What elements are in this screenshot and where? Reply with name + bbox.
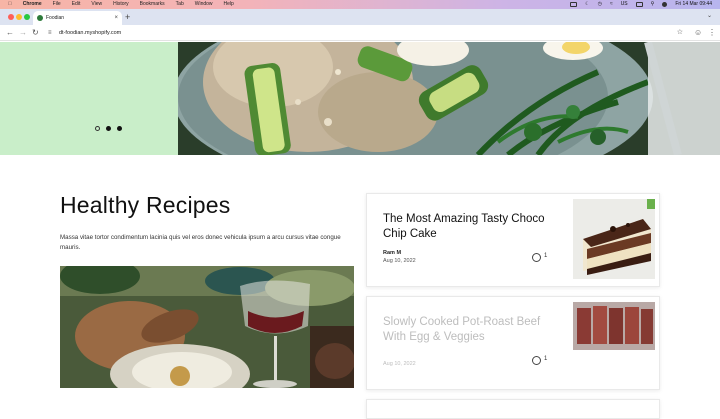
slider-dot-2[interactable] bbox=[106, 126, 111, 131]
comment-count: 1 bbox=[544, 253, 548, 259]
recipe-date: Aug 10, 2022 bbox=[383, 361, 416, 367]
slider-dot-3[interactable] bbox=[117, 126, 122, 131]
recipe-title[interactable]: Slowly Cooked Pot-Roast Beef With Egg & … bbox=[383, 315, 553, 345]
kebab-menu-icon[interactable]: ⋮ bbox=[708, 27, 716, 39]
reload-icon[interactable]: ↻ bbox=[32, 27, 39, 39]
back-arrow-icon[interactable]: ← bbox=[6, 27, 14, 39]
browser-tab[interactable]: Foodian × bbox=[33, 11, 122, 25]
menu-window[interactable]: Window bbox=[195, 0, 213, 9]
zoom-window-button[interactable] bbox=[24, 14, 30, 20]
menu-help[interactable]: Help bbox=[224, 0, 234, 9]
wifi-icon[interactable]: ≈ bbox=[610, 0, 613, 9]
moon-icon[interactable]: ☾ bbox=[585, 0, 589, 9]
section-title: Healthy Recipes bbox=[60, 192, 231, 218]
site-info-icon[interactable]: ≡ bbox=[48, 27, 52, 39]
browser-tab-strip: Foodian × + ⌄ bbox=[0, 9, 720, 25]
tab-search-chevron-icon[interactable]: ⌄ bbox=[707, 12, 712, 19]
slider-dot-1[interactable] bbox=[95, 126, 100, 131]
battery-icon[interactable] bbox=[635, 2, 643, 7]
menu-view[interactable]: View bbox=[91, 0, 102, 9]
new-tab-button[interactable]: + bbox=[125, 10, 130, 24]
close-tab-icon[interactable]: × bbox=[114, 11, 118, 25]
menu-bookmarks[interactable]: Bookmarks bbox=[140, 0, 165, 9]
apple-logo-icon[interactable]:  bbox=[8, 0, 12, 9]
menu-history[interactable]: History bbox=[113, 0, 129, 9]
recipe-title[interactable]: The Most Amazing Tasty Choco Chip Cake bbox=[383, 212, 553, 242]
hero-banner bbox=[0, 42, 720, 155]
hero-salad-image bbox=[178, 42, 720, 155]
recipe-card[interactable] bbox=[366, 399, 660, 419]
recipe-card[interactable]: The Most Amazing Tasty Choco Chip Cake R… bbox=[366, 193, 660, 287]
close-window-button[interactable] bbox=[8, 14, 14, 20]
recipe-card[interactable]: Slowly Cooked Pot-Roast Beef With Egg & … bbox=[366, 296, 660, 390]
browser-toolbar: ← → ↻ ≡ dt-foodian.myshopify.com ☆ ☺ ⋮ bbox=[0, 25, 720, 41]
forward-arrow-icon[interactable]: → bbox=[19, 27, 27, 39]
featured-recipe-image[interactable] bbox=[60, 266, 354, 388]
menu-file[interactable]: File bbox=[53, 0, 61, 9]
tab-title: Foodian bbox=[46, 15, 65, 21]
address-url: dt-foodian.myshopify.com bbox=[59, 30, 122, 36]
profile-avatar-icon[interactable]: ☺ bbox=[694, 27, 702, 39]
address-bar[interactable]: ≡ dt-foodian.myshopify.com ☆ bbox=[45, 27, 689, 39]
recipe-thumbnail[interactable] bbox=[573, 199, 655, 279]
macos-menu-bar:  Chrome File Edit View History Bookmark… bbox=[0, 0, 720, 9]
menu-tab[interactable]: Tab bbox=[176, 0, 184, 9]
comment-icon[interactable] bbox=[532, 253, 541, 262]
menu-clock[interactable]: Fri 14 Mar 09:44 bbox=[675, 0, 712, 9]
recipe-thumbnail[interactable] bbox=[573, 302, 655, 350]
minimize-window-button[interactable] bbox=[16, 14, 22, 20]
bookmark-star-icon[interactable]: ☆ bbox=[677, 27, 683, 39]
comment-count: 1 bbox=[544, 356, 548, 362]
recipe-date: Aug 10, 2022 bbox=[383, 258, 416, 264]
section-description: Massa vitae tortor condimentum lacinia q… bbox=[60, 234, 341, 251]
comment-icon[interactable] bbox=[532, 356, 541, 365]
screen-mirror-icon[interactable] bbox=[570, 2, 578, 7]
input-source-label[interactable]: US bbox=[621, 0, 628, 9]
menu-app-name[interactable]: Chrome bbox=[23, 0, 42, 9]
recipe-author: Ram M bbox=[383, 250, 402, 256]
search-icon[interactable]: ⚲ bbox=[651, 0, 655, 9]
menu-edit[interactable]: Edit bbox=[72, 0, 81, 9]
control-center-icon[interactable]: ◷ bbox=[598, 0, 602, 9]
siri-icon[interactable] bbox=[662, 2, 668, 7]
site-favicon-icon bbox=[37, 15, 43, 21]
